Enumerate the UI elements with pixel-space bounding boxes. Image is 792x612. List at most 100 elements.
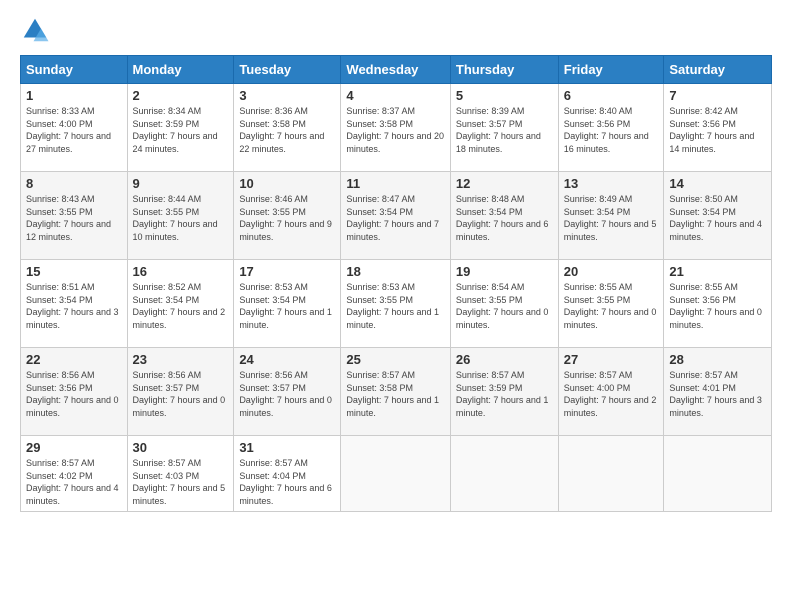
day-number: 16	[133, 264, 229, 279]
day-info: Sunrise: 8:34 AMSunset: 3:59 PMDaylight:…	[133, 106, 218, 154]
calendar-cell: 24 Sunrise: 8:56 AMSunset: 3:57 PMDaylig…	[234, 348, 341, 436]
day-number: 7	[669, 88, 766, 103]
calendar-cell: 22 Sunrise: 8:56 AMSunset: 3:56 PMDaylig…	[21, 348, 128, 436]
calendar-week-1: 1 Sunrise: 8:33 AMSunset: 4:00 PMDayligh…	[21, 84, 772, 172]
page: SundayMondayTuesdayWednesdayThursdayFrid…	[0, 0, 792, 612]
calendar-cell: 7 Sunrise: 8:42 AMSunset: 3:56 PMDayligh…	[664, 84, 772, 172]
calendar-cell: 10 Sunrise: 8:46 AMSunset: 3:55 PMDaylig…	[234, 172, 341, 260]
calendar-cell: 28 Sunrise: 8:57 AMSunset: 4:01 PMDaylig…	[664, 348, 772, 436]
calendar-cell: 9 Sunrise: 8:44 AMSunset: 3:55 PMDayligh…	[127, 172, 234, 260]
day-info: Sunrise: 8:42 AMSunset: 3:56 PMDaylight:…	[669, 106, 754, 154]
day-number: 10	[239, 176, 335, 191]
day-info: Sunrise: 8:53 AMSunset: 3:55 PMDaylight:…	[346, 282, 439, 330]
day-info: Sunrise: 8:54 AMSunset: 3:55 PMDaylight:…	[456, 282, 549, 330]
calendar-cell: 4 Sunrise: 8:37 AMSunset: 3:58 PMDayligh…	[341, 84, 450, 172]
day-info: Sunrise: 8:52 AMSunset: 3:54 PMDaylight:…	[133, 282, 226, 330]
day-number: 21	[669, 264, 766, 279]
day-number: 26	[456, 352, 553, 367]
calendar-header-friday: Friday	[558, 56, 664, 84]
calendar-week-3: 15 Sunrise: 8:51 AMSunset: 3:54 PMDaylig…	[21, 260, 772, 348]
day-info: Sunrise: 8:57 AMSunset: 4:01 PMDaylight:…	[669, 370, 762, 418]
day-number: 23	[133, 352, 229, 367]
day-number: 24	[239, 352, 335, 367]
day-info: Sunrise: 8:50 AMSunset: 3:54 PMDaylight:…	[669, 194, 762, 242]
day-info: Sunrise: 8:47 AMSunset: 3:54 PMDaylight:…	[346, 194, 439, 242]
calendar-cell	[664, 436, 772, 512]
day-number: 15	[26, 264, 122, 279]
day-info: Sunrise: 8:40 AMSunset: 3:56 PMDaylight:…	[564, 106, 649, 154]
calendar-cell: 5 Sunrise: 8:39 AMSunset: 3:57 PMDayligh…	[450, 84, 558, 172]
day-info: Sunrise: 8:43 AMSunset: 3:55 PMDaylight:…	[26, 194, 111, 242]
day-info: Sunrise: 8:33 AMSunset: 4:00 PMDaylight:…	[26, 106, 111, 154]
calendar-cell: 15 Sunrise: 8:51 AMSunset: 3:54 PMDaylig…	[21, 260, 128, 348]
calendar-cell: 16 Sunrise: 8:52 AMSunset: 3:54 PMDaylig…	[127, 260, 234, 348]
calendar-cell: 27 Sunrise: 8:57 AMSunset: 4:00 PMDaylig…	[558, 348, 664, 436]
day-number: 28	[669, 352, 766, 367]
day-info: Sunrise: 8:57 AMSunset: 4:04 PMDaylight:…	[239, 458, 332, 506]
day-number: 29	[26, 440, 122, 455]
day-number: 11	[346, 176, 444, 191]
day-number: 25	[346, 352, 444, 367]
calendar-cell: 1 Sunrise: 8:33 AMSunset: 4:00 PMDayligh…	[21, 84, 128, 172]
calendar-cell: 26 Sunrise: 8:57 AMSunset: 3:59 PMDaylig…	[450, 348, 558, 436]
day-info: Sunrise: 8:39 AMSunset: 3:57 PMDaylight:…	[456, 106, 541, 154]
calendar-header-wednesday: Wednesday	[341, 56, 450, 84]
day-number: 31	[239, 440, 335, 455]
day-info: Sunrise: 8:55 AMSunset: 3:55 PMDaylight:…	[564, 282, 657, 330]
calendar-cell: 11 Sunrise: 8:47 AMSunset: 3:54 PMDaylig…	[341, 172, 450, 260]
day-number: 4	[346, 88, 444, 103]
day-info: Sunrise: 8:44 AMSunset: 3:55 PMDaylight:…	[133, 194, 218, 242]
calendar-header-sunday: Sunday	[21, 56, 128, 84]
day-info: Sunrise: 8:36 AMSunset: 3:58 PMDaylight:…	[239, 106, 324, 154]
day-number: 18	[346, 264, 444, 279]
day-info: Sunrise: 8:57 AMSunset: 4:00 PMDaylight:…	[564, 370, 657, 418]
calendar-header-tuesday: Tuesday	[234, 56, 341, 84]
day-number: 3	[239, 88, 335, 103]
calendar-cell: 19 Sunrise: 8:54 AMSunset: 3:55 PMDaylig…	[450, 260, 558, 348]
calendar-cell: 17 Sunrise: 8:53 AMSunset: 3:54 PMDaylig…	[234, 260, 341, 348]
day-number: 22	[26, 352, 122, 367]
day-info: Sunrise: 8:49 AMSunset: 3:54 PMDaylight:…	[564, 194, 657, 242]
calendar-header-saturday: Saturday	[664, 56, 772, 84]
day-info: Sunrise: 8:37 AMSunset: 3:58 PMDaylight:…	[346, 106, 444, 154]
header	[20, 15, 772, 45]
day-info: Sunrise: 8:56 AMSunset: 3:57 PMDaylight:…	[239, 370, 332, 418]
day-info: Sunrise: 8:57 AMSunset: 3:59 PMDaylight:…	[456, 370, 549, 418]
calendar-header-monday: Monday	[127, 56, 234, 84]
day-number: 12	[456, 176, 553, 191]
day-info: Sunrise: 8:46 AMSunset: 3:55 PMDaylight:…	[239, 194, 332, 242]
calendar-cell: 2 Sunrise: 8:34 AMSunset: 3:59 PMDayligh…	[127, 84, 234, 172]
calendar-cell	[558, 436, 664, 512]
day-number: 27	[564, 352, 659, 367]
day-number: 30	[133, 440, 229, 455]
day-number: 2	[133, 88, 229, 103]
calendar-table: SundayMondayTuesdayWednesdayThursdayFrid…	[20, 55, 772, 512]
day-number: 20	[564, 264, 659, 279]
day-info: Sunrise: 8:53 AMSunset: 3:54 PMDaylight:…	[239, 282, 332, 330]
day-info: Sunrise: 8:55 AMSunset: 3:56 PMDaylight:…	[669, 282, 762, 330]
calendar-cell: 6 Sunrise: 8:40 AMSunset: 3:56 PMDayligh…	[558, 84, 664, 172]
day-number: 19	[456, 264, 553, 279]
calendar-cell: 30 Sunrise: 8:57 AMSunset: 4:03 PMDaylig…	[127, 436, 234, 512]
calendar-cell: 31 Sunrise: 8:57 AMSunset: 4:04 PMDaylig…	[234, 436, 341, 512]
day-number: 5	[456, 88, 553, 103]
calendar-week-2: 8 Sunrise: 8:43 AMSunset: 3:55 PMDayligh…	[21, 172, 772, 260]
day-number: 9	[133, 176, 229, 191]
calendar-cell: 12 Sunrise: 8:48 AMSunset: 3:54 PMDaylig…	[450, 172, 558, 260]
calendar-header-thursday: Thursday	[450, 56, 558, 84]
day-info: Sunrise: 8:57 AMSunset: 4:02 PMDaylight:…	[26, 458, 119, 506]
day-info: Sunrise: 8:57 AMSunset: 4:03 PMDaylight:…	[133, 458, 226, 506]
day-number: 1	[26, 88, 122, 103]
day-number: 6	[564, 88, 659, 103]
calendar-cell: 3 Sunrise: 8:36 AMSunset: 3:58 PMDayligh…	[234, 84, 341, 172]
day-info: Sunrise: 8:57 AMSunset: 3:58 PMDaylight:…	[346, 370, 439, 418]
calendar-header-row: SundayMondayTuesdayWednesdayThursdayFrid…	[21, 56, 772, 84]
calendar-cell: 21 Sunrise: 8:55 AMSunset: 3:56 PMDaylig…	[664, 260, 772, 348]
calendar-cell	[450, 436, 558, 512]
calendar-cell: 25 Sunrise: 8:57 AMSunset: 3:58 PMDaylig…	[341, 348, 450, 436]
calendar-cell: 29 Sunrise: 8:57 AMSunset: 4:02 PMDaylig…	[21, 436, 128, 512]
calendar-week-5: 29 Sunrise: 8:57 AMSunset: 4:02 PMDaylig…	[21, 436, 772, 512]
calendar-cell: 13 Sunrise: 8:49 AMSunset: 3:54 PMDaylig…	[558, 172, 664, 260]
day-info: Sunrise: 8:48 AMSunset: 3:54 PMDaylight:…	[456, 194, 549, 242]
calendar-cell: 20 Sunrise: 8:55 AMSunset: 3:55 PMDaylig…	[558, 260, 664, 348]
